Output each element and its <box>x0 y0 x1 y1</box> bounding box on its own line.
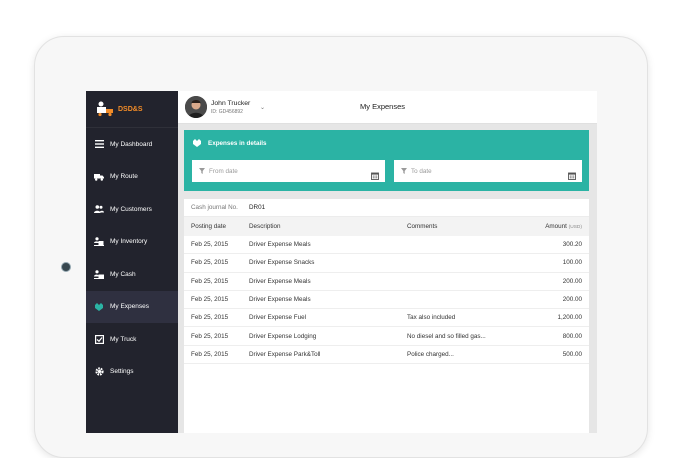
avatar[interactable] <box>185 96 207 118</box>
table-row[interactable]: Feb 25, 2015 Driver Expense Meals 200.00 <box>184 273 589 291</box>
menu-icon <box>94 139 104 149</box>
cell-amount: 200.00 <box>562 277 582 285</box>
cell-description: Driver Expense Snacks <box>249 259 315 267</box>
expenses-icon <box>192 138 202 148</box>
table-row[interactable]: Feb 25, 2015 Driver Expense Snacks 100.0… <box>184 254 589 273</box>
filter-icon <box>195 168 209 174</box>
cell-date: Feb 25, 2015 <box>191 296 229 304</box>
sidebar-item-route[interactable]: My Route <box>86 161 178 194</box>
user-id: ID: GD456892 <box>211 109 243 115</box>
from-date-input[interactable] <box>209 167 359 175</box>
table-row[interactable]: Feb 25, 2015 Driver Expense Park&Toll Po… <box>184 346 589 365</box>
calendar-icon[interactable] <box>568 167 576 185</box>
logo-text: DSD&S <box>118 105 143 113</box>
sidebar-item-label: My Route <box>110 173 138 181</box>
sidebar-item-label: My Inventory <box>110 238 148 246</box>
column-header-description[interactable]: Description <box>249 223 407 230</box>
sidebar-item-label: My Truck <box>110 335 137 343</box>
to-date-input[interactable] <box>411 167 561 175</box>
cash-icon <box>94 269 104 279</box>
app-screen: DSD&S My Dashboard My Route My Customers… <box>86 91 597 433</box>
cash-journal-value: DR01 <box>249 204 266 211</box>
to-date-field[interactable] <box>394 160 582 182</box>
filter-icon <box>397 168 411 174</box>
logo-truck-icon <box>93 101 115 117</box>
cash-journal-row: Cash journal No. DR01 <box>184 199 589 217</box>
cell-description: Driver Expense Lodging <box>249 332 317 340</box>
cell-date: Feb 25, 2015 <box>191 314 229 322</box>
cell-date: Feb 25, 2015 <box>191 241 229 249</box>
amount-unit: (USD) <box>568 225 582 230</box>
top-bar: John Trucker ID: GD456892 ⌄ My Expenses <box>178 91 597 124</box>
sidebar-item-truck[interactable]: My Truck <box>86 323 178 356</box>
from-date-field[interactable] <box>192 160 385 182</box>
panel-header: Expenses in details <box>192 138 266 148</box>
calendar-icon[interactable] <box>371 167 379 185</box>
logo: DSD&S <box>86 91 178 128</box>
cell-date: Feb 25, 2015 <box>191 350 229 358</box>
table-row[interactable]: Feb 25, 2015 Driver Expense Meals 200.00 <box>184 291 589 310</box>
cell-amount: 100.00 <box>562 259 582 267</box>
table-row[interactable]: Feb 25, 2015 Driver Expense Meals 300.20 <box>184 236 589 255</box>
sidebar-item-customers[interactable]: My Customers <box>86 193 178 226</box>
sidebar-item-label: Settings <box>110 368 134 376</box>
cash-journal-label: Cash journal No. <box>191 204 238 211</box>
cell-amount: 200.00 <box>562 296 582 304</box>
tablet-camera <box>61 262 71 272</box>
cell-amount: 500.00 <box>562 350 582 358</box>
cell-description: Driver Expense Meals <box>249 296 311 304</box>
sidebar-item-settings[interactable]: Settings <box>86 356 178 389</box>
page-title: My Expenses <box>360 102 406 111</box>
cell-comments: Police charged... <box>407 350 454 358</box>
table-header: Posting date Description Comments Amount… <box>184 217 589 236</box>
sidebar-item-label: My Expenses <box>110 303 150 311</box>
cell-date: Feb 25, 2015 <box>191 277 229 285</box>
cell-comments: Tax also included <box>407 314 456 322</box>
column-header-comments[interactable]: Comments <box>407 223 507 230</box>
sidebar-item-cash[interactable]: My Cash <box>86 258 178 291</box>
expenses-table: Cash journal No. DR01 Posting date Descr… <box>184 199 589 433</box>
users-icon <box>94 204 104 214</box>
cell-amount: 1,200.00 <box>557 314 582 322</box>
table-row[interactable]: Feb 25, 2015 Driver Expense Lodging No d… <box>184 327 589 346</box>
sidebar-item-label: My Cash <box>110 270 136 278</box>
column-header-amount[interactable]: Amount (USD) <box>507 223 582 230</box>
expenses-filter-panel: Expenses in details <box>184 130 589 191</box>
column-header-date[interactable]: Posting date <box>184 223 249 230</box>
main-content: John Trucker ID: GD456892 ⌄ My Expenses … <box>178 91 597 433</box>
user-name[interactable]: John Trucker <box>211 100 250 107</box>
sidebar-item-expenses[interactable]: My Expenses <box>86 290 178 323</box>
panel-title: Expenses in details <box>208 139 267 147</box>
cell-description: Driver Expense Park&Toll <box>249 350 321 358</box>
cell-amount: 300.20 <box>562 241 582 249</box>
cell-date: Feb 25, 2015 <box>191 259 229 267</box>
cell-description: Driver Expense Meals <box>249 241 311 249</box>
table-row[interactable]: Feb 25, 2015 Driver Expense Fuel Tax als… <box>184 309 589 328</box>
amount-label: Amount <box>545 223 567 230</box>
sidebar-item-inventory[interactable]: My Inventory <box>86 226 178 259</box>
truck-icon <box>94 172 104 182</box>
sidebar-item-dashboard[interactable]: My Dashboard <box>86 128 178 161</box>
gear-icon <box>94 367 104 377</box>
cell-date: Feb 25, 2015 <box>191 332 229 340</box>
sidebar-item-label: My Customers <box>110 205 152 213</box>
cell-amount: 800.00 <box>562 332 582 340</box>
expenses-icon <box>94 302 104 312</box>
sidebar: DSD&S My Dashboard My Route My Customers… <box>86 91 178 433</box>
cell-description: Driver Expense Meals <box>249 277 311 285</box>
chevron-down-icon[interactable]: ⌄ <box>260 104 265 111</box>
sidebar-item-label: My Dashboard <box>110 140 153 148</box>
cell-comments: No diesel and so filled gas... <box>407 332 486 340</box>
checkbox-icon <box>94 334 104 344</box>
inventory-icon <box>94 237 104 247</box>
cell-description: Driver Expense Fuel <box>249 314 307 322</box>
